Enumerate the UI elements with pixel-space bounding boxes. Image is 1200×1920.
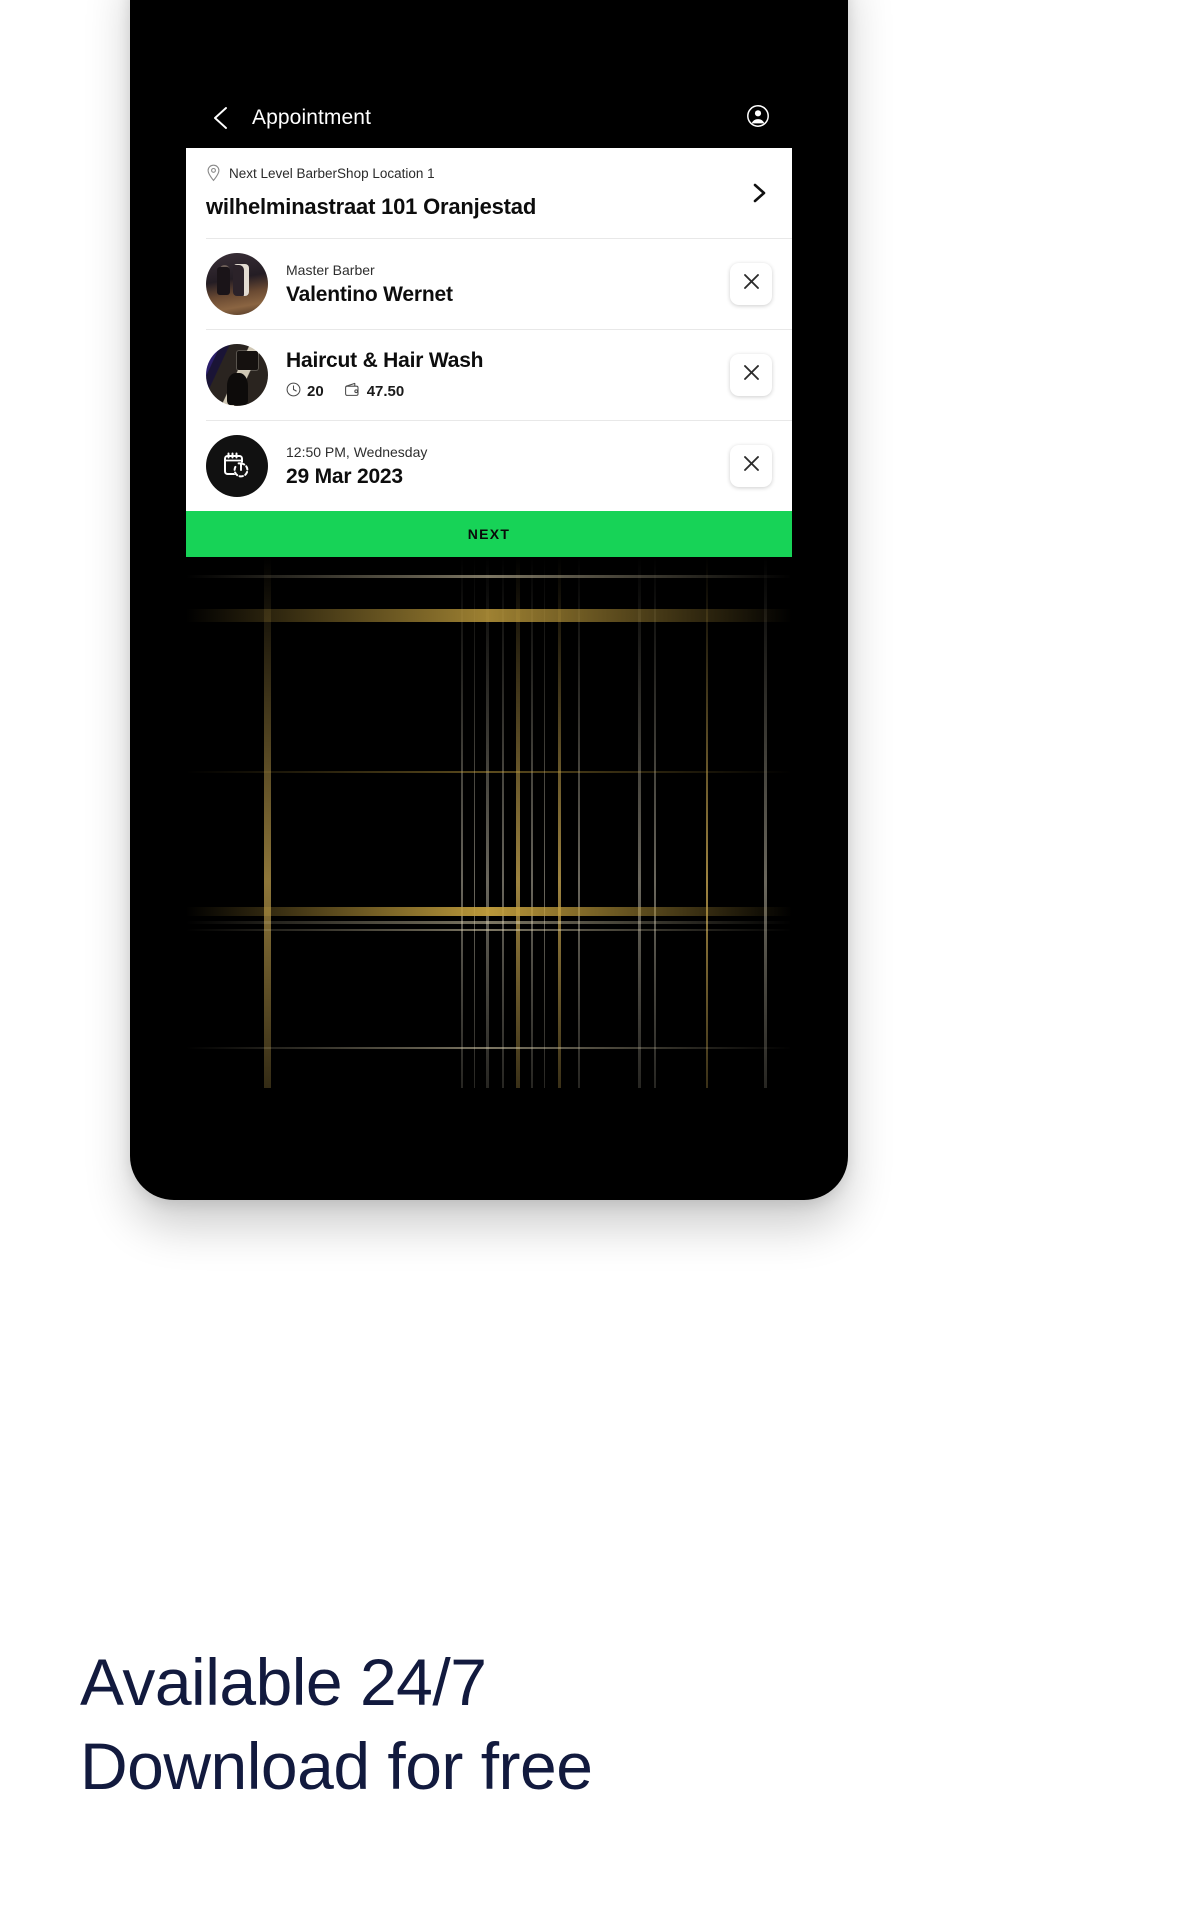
promo-screenshot-page: Appointment Next Level BarberShop Locati… bbox=[0, 0, 1200, 1920]
phone-screen: Appointment Next Level BarberShop Locati… bbox=[186, 88, 792, 1088]
art-streak bbox=[486, 557, 489, 1088]
duration-value: 20 bbox=[307, 383, 324, 400]
next-button-container: NEXT bbox=[186, 511, 792, 557]
appointment-card-stack: Next Level BarberShop Location 1 wilhelm… bbox=[186, 148, 792, 511]
art-streak bbox=[706, 557, 708, 1088]
service-duration: 20 bbox=[286, 382, 324, 402]
service-text: Haircut & Hair Wash 20 47.50 bbox=[286, 349, 730, 402]
shop-address: wilhelminastraat 101 Oranjestad bbox=[206, 194, 537, 219]
close-icon bbox=[742, 272, 761, 296]
barber-text: Master Barber Valentino Wernet bbox=[286, 262, 730, 307]
chevron-right-icon[interactable] bbox=[748, 182, 770, 204]
clock-icon bbox=[286, 382, 301, 402]
remove-barber-button[interactable] bbox=[730, 263, 772, 305]
art-streak bbox=[186, 575, 792, 578]
back-button[interactable] bbox=[204, 101, 238, 135]
barber-role: Master Barber bbox=[286, 261, 375, 278]
art-streak bbox=[461, 557, 463, 1088]
art-streak bbox=[558, 557, 561, 1088]
art-streak bbox=[578, 557, 580, 1088]
promo-headline: Available 24/7 Download for free bbox=[80, 1640, 1080, 1809]
service-price: 47.50 bbox=[344, 382, 405, 402]
barber-photo bbox=[206, 253, 268, 315]
account-button[interactable] bbox=[742, 102, 774, 134]
datetime-text: 12:50 PM, Wednesday 29 Mar 2023 bbox=[286, 444, 730, 489]
wallet-icon bbox=[344, 382, 361, 402]
art-streak bbox=[502, 557, 504, 1088]
page-title: Appointment bbox=[252, 106, 372, 129]
map-pin-icon bbox=[206, 164, 221, 182]
art-streak bbox=[516, 557, 520, 1088]
art-streak bbox=[638, 557, 641, 1088]
art-streak bbox=[764, 557, 767, 1088]
promo-line-2: Download for free bbox=[80, 1729, 593, 1804]
appointment-date: 29 Mar 2023 bbox=[286, 464, 403, 488]
chevron-left-icon bbox=[211, 105, 231, 131]
art-streak bbox=[186, 921, 792, 924]
art-streak bbox=[264, 557, 271, 1088]
art-streak bbox=[186, 609, 792, 622]
price-value: 47.50 bbox=[366, 383, 405, 400]
service-name: Haircut & Hair Wash bbox=[286, 348, 484, 372]
art-streak bbox=[531, 557, 533, 1088]
close-icon bbox=[742, 454, 761, 478]
art-streak bbox=[654, 557, 656, 1088]
app-bar: Appointment bbox=[186, 88, 792, 148]
appointment-time: 12:50 PM, Wednesday bbox=[286, 443, 428, 460]
phone-device-frame: Appointment Next Level BarberShop Locati… bbox=[130, 0, 848, 1200]
next-button[interactable]: NEXT bbox=[186, 511, 792, 557]
art-streak bbox=[186, 1047, 792, 1049]
account-circle-icon bbox=[746, 104, 770, 133]
datetime-row: 12:50 PM, Wednesday 29 Mar 2023 bbox=[186, 421, 792, 511]
service-photo bbox=[206, 344, 268, 406]
service-row: Haircut & Hair Wash 20 47.50 bbox=[186, 330, 792, 420]
service-meta: 20 47.50 bbox=[286, 382, 730, 402]
promo-line-1: Available 24/7 bbox=[80, 1645, 487, 1719]
remove-service-button[interactable] bbox=[730, 354, 772, 396]
barber-row: Master Barber Valentino Wernet bbox=[186, 239, 792, 329]
art-streak bbox=[186, 929, 792, 931]
location-subtitle: Next Level BarberShop Location 1 bbox=[206, 164, 772, 182]
art-streak bbox=[186, 771, 792, 773]
remove-datetime-button[interactable] bbox=[730, 445, 772, 487]
calendar-clock-icon bbox=[206, 435, 268, 497]
art-streak bbox=[544, 557, 545, 1088]
location-row[interactable]: Next Level BarberShop Location 1 wilhelm… bbox=[186, 148, 792, 238]
shop-name: Next Level BarberShop Location 1 bbox=[229, 165, 435, 181]
art-streak bbox=[474, 557, 475, 1088]
barber-name: Valentino Wernet bbox=[286, 282, 453, 306]
close-icon bbox=[742, 363, 761, 387]
art-streak bbox=[186, 907, 792, 916]
background-artwork bbox=[186, 557, 792, 1088]
